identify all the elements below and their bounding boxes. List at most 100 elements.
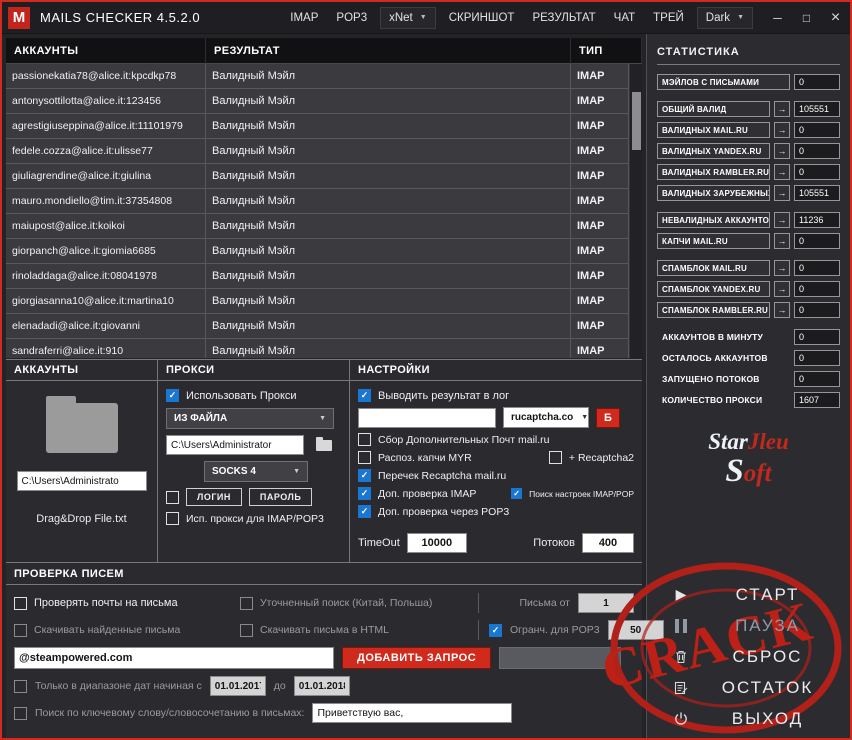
- start-button[interactable]: ▶ СТАРТ: [647, 579, 850, 610]
- proxy-type-select[interactable]: SOCKS 4 ▼: [204, 461, 308, 482]
- account-cell: agrestigiuseppina@alice.it:11101979: [6, 114, 206, 139]
- collect-extra-mail-checkbox[interactable]: [358, 433, 371, 446]
- date-range-checkbox[interactable]: [14, 679, 27, 693]
- reset-button[interactable]: СБРОС: [647, 641, 850, 672]
- table-row[interactable]: passionekatia78@alice.it:kpcdkp78 Валидн…: [6, 64, 629, 89]
- imap-pop-search-checkbox[interactable]: ✓: [511, 488, 523, 499]
- stat-label: ВАЛИДНЫХ ЗАРУБЕЖНЫХ: [657, 185, 770, 201]
- timeout-input[interactable]: [406, 533, 467, 553]
- proxy-for-imap-pop3-checkbox[interactable]: [166, 512, 179, 525]
- exit-button[interactable]: ВЫХОД: [647, 703, 850, 734]
- table-row[interactable]: giorpanch@alice.it:giomia6685 Валидный М…: [6, 239, 629, 264]
- captcha-key-input[interactable]: [358, 407, 496, 428]
- export-arrow-button[interactable]: →: [774, 143, 790, 159]
- use-proxy-label: Использовать Прокси: [186, 389, 297, 402]
- keyword-search-checkbox[interactable]: [14, 706, 27, 720]
- folder-icon[interactable]: [45, 396, 118, 453]
- pause-button[interactable]: ПАУЗА: [647, 610, 850, 641]
- refined-search-checkbox[interactable]: [240, 596, 253, 610]
- account-cell: mauro.mondiello@tim.it:37354808: [6, 189, 206, 214]
- scrollbar-thumb[interactable]: [632, 92, 641, 150]
- account-cell: giorpanch@alice.it:giomia6685: [6, 239, 206, 264]
- menu-screenshot[interactable]: СКРИНШОТ: [440, 6, 524, 30]
- stat-label: ВАЛИДНЫХ RAMBLER.RU: [657, 164, 770, 180]
- column-header-result[interactable]: РЕЗУЛЬТАТ: [206, 38, 571, 64]
- add-query-button[interactable]: ДОБАВИТЬ ЗАПРОС: [342, 647, 492, 669]
- menu-imap[interactable]: IMAP: [281, 6, 327, 30]
- log-output-checkbox[interactable]: ✓: [358, 389, 371, 402]
- close-button[interactable]: ×: [821, 2, 850, 34]
- stat-value: 0: [794, 164, 840, 180]
- table-row[interactable]: elenadadi@alice.it:giovanni Валидный Мэй…: [6, 314, 629, 339]
- theme-dropdown[interactable]: Dark ▼: [696, 6, 753, 29]
- table-scrollbar[interactable]: [629, 64, 642, 358]
- menu-pop3[interactable]: POP3: [327, 6, 376, 30]
- column-header-type[interactable]: ТИП: [571, 38, 642, 64]
- export-arrow-button[interactable]: →: [774, 164, 790, 180]
- export-arrow-button[interactable]: →: [774, 212, 790, 228]
- column-header-accounts[interactable]: АККАУНТЫ: [6, 38, 206, 64]
- table-row[interactable]: agrestigiuseppina@alice.it:11101979 Вали…: [6, 114, 629, 139]
- export-arrow-button[interactable]: →: [774, 233, 790, 249]
- proxy-file-path-input[interactable]: [166, 435, 304, 455]
- table-row[interactable]: sandraferri@alice.it:910 Валидный Мэйл I…: [6, 339, 629, 358]
- browse-folder-button[interactable]: [311, 435, 337, 455]
- stat-label: СПАМБЛОК MAIL.RU: [657, 260, 770, 276]
- remainder-button[interactable]: ОСТАТОК: [647, 672, 850, 703]
- download-html-checkbox[interactable]: [240, 623, 253, 637]
- table-row[interactable]: rinoladdaga@alice.it:08041978 Валидный М…: [6, 264, 629, 289]
- export-arrow-button[interactable]: →: [774, 122, 790, 138]
- threads-input[interactable]: [582, 533, 634, 553]
- proxy-auth-checkbox[interactable]: [166, 490, 179, 504]
- letters-panel: ПРОВЕРКА ПИСЕМ Проверять почты на письма…: [6, 562, 664, 738]
- captcha-service-select[interactable]: rucaptcha.co ▼: [503, 407, 589, 428]
- export-arrow-button[interactable]: →: [774, 185, 790, 201]
- letters-from-input[interactable]: [578, 593, 634, 613]
- export-arrow-button[interactable]: →: [774, 302, 790, 318]
- proxy-source-value: ИЗ ФАЙЛА: [174, 413, 228, 424]
- table-row[interactable]: maiupost@alice.it:koikoi Валидный Мэйл I…: [6, 214, 629, 239]
- export-arrow-button[interactable]: →: [774, 101, 790, 117]
- type-cell: IMAP: [571, 64, 629, 89]
- recognize-captcha-checkbox[interactable]: [358, 451, 371, 464]
- login-button[interactable]: ЛОГИН: [186, 488, 242, 506]
- date-to-input[interactable]: [293, 676, 350, 696]
- check-mail-checkbox[interactable]: [14, 596, 27, 610]
- proxy-type-value: SOCKS 4: [212, 466, 256, 477]
- download-found-checkbox[interactable]: [14, 623, 27, 637]
- use-proxy-checkbox[interactable]: ✓: [166, 389, 179, 402]
- pop3-limit-checkbox[interactable]: ✓: [489, 623, 502, 637]
- table-row[interactable]: giorgiasanna10@alice.it:martina10 Валидн…: [6, 289, 629, 314]
- keyword-input[interactable]: [312, 703, 513, 723]
- xnet-dropdown[interactable]: xNet ▼: [380, 6, 436, 29]
- stat-row: СПАМБЛОК YANDEX.RU → 0: [657, 281, 840, 297]
- table-row[interactable]: mauro.mondiello@tim.it:37354808 Валидный…: [6, 189, 629, 214]
- menu-tray[interactable]: ТРЕЙ: [644, 6, 693, 30]
- search-query-input[interactable]: [14, 647, 334, 669]
- export-arrow-button[interactable]: →: [774, 281, 790, 297]
- password-button[interactable]: ПАРОЛЬ: [248, 488, 313, 506]
- download-found-label: Скачивать найденные письма: [34, 624, 181, 636]
- proxy-source-select[interactable]: ИЗ ФАЙЛА ▼: [166, 408, 334, 429]
- recheck-recaptcha-checkbox[interactable]: ✓: [358, 469, 371, 482]
- table-row[interactable]: fedele.cozza@alice.it:ulisse77 Валидный …: [6, 139, 629, 164]
- minimize-button[interactable]: ─: [763, 2, 792, 34]
- menu-result[interactable]: РЕЗУЛЬТАТ: [523, 6, 604, 30]
- date-from-input[interactable]: [209, 676, 266, 696]
- stat-label: МЭЙЛОВ С ПИСЬМАМИ: [657, 74, 790, 90]
- export-arrow-button[interactable]: →: [774, 260, 790, 276]
- recaptcha2-checkbox[interactable]: [548, 451, 562, 464]
- stat-value: 0: [794, 350, 840, 366]
- result-cell: Валидный Мэйл: [206, 139, 571, 164]
- menu-chat[interactable]: ЧАТ: [605, 6, 644, 30]
- accounts-file-path-input[interactable]: [16, 471, 147, 491]
- maximize-button[interactable]: □: [792, 2, 821, 34]
- table-row[interactable]: antonysottilotta@alice.it:123456 Валидны…: [6, 89, 629, 114]
- account-cell: rinoladdaga@alice.it:08041978: [6, 264, 206, 289]
- table-row[interactable]: giuliagrendine@alice.it:giulina Валидный…: [6, 164, 629, 189]
- imap-extra-check-checkbox[interactable]: ✓: [358, 487, 371, 500]
- stats-title: СТАТИСТИКА: [657, 46, 840, 65]
- pop3-extra-check-checkbox[interactable]: ✓: [358, 505, 371, 518]
- stat-row: ВАЛИДНЫХ ЗАРУБЕЖНЫХ → 105551: [657, 185, 840, 201]
- balance-button[interactable]: Б: [596, 407, 620, 428]
